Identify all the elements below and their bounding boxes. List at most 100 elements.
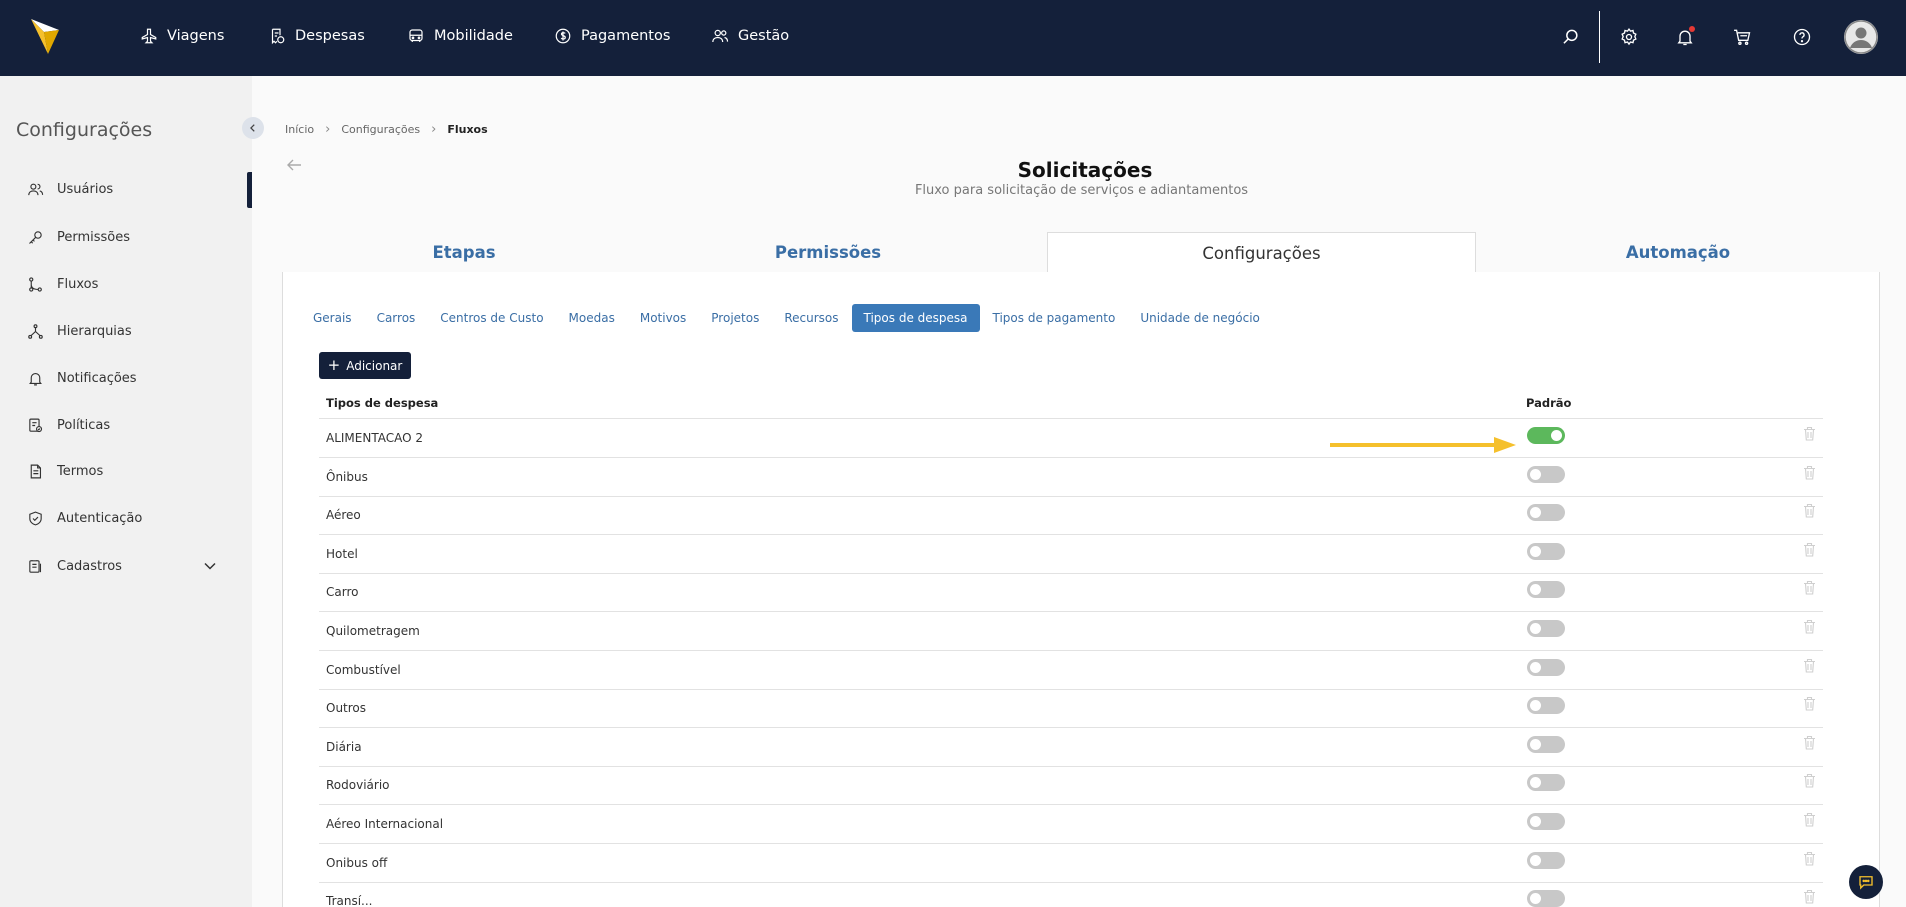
- expense-type-name: Transí...: [326, 894, 373, 907]
- nav-gestao[interactable]: Gestão: [711, 24, 789, 48]
- default-toggle[interactable]: [1527, 427, 1565, 444]
- column-header-default: Padrão: [1526, 396, 1572, 410]
- default-toggle[interactable]: [1527, 658, 1565, 676]
- chat-button[interactable]: [1849, 865, 1883, 899]
- trash-icon: [1804, 426, 1815, 441]
- nav-despesas[interactable]: Despesas: [268, 24, 365, 48]
- default-toggle[interactable]: [1527, 774, 1565, 792]
- subtab-motivos[interactable]: Motivos: [628, 304, 698, 332]
- user-avatar[interactable]: [1844, 20, 1878, 54]
- default-toggle[interactable]: [1527, 735, 1565, 753]
- subtab-projetos[interactable]: Projetos: [699, 304, 771, 332]
- delete-button[interactable]: [1803, 889, 1816, 904]
- cart-button[interactable]: [1730, 25, 1754, 49]
- sidebar-item-autenticacao[interactable]: Autenticação: [27, 506, 142, 530]
- subtab-centros-de-custo[interactable]: Centros de Custo: [428, 304, 555, 332]
- toggle-knob: [1530, 738, 1541, 750]
- notifications-button[interactable]: [1673, 25, 1697, 49]
- sidebar-item-politicas[interactable]: Políticas: [27, 413, 110, 437]
- sidebar-item-label: Políticas: [57, 417, 111, 433]
- sidebar-item-fluxos[interactable]: Fluxos: [27, 272, 98, 296]
- toggle-knob: [1530, 777, 1541, 789]
- expense-type-name: Carro: [326, 585, 359, 600]
- delete-button[interactable]: [1803, 658, 1816, 673]
- collapse-sidebar-button[interactable]: [242, 117, 264, 139]
- sidebar-item-permissoes[interactable]: Permissões: [27, 225, 130, 249]
- delete-button[interactable]: [1803, 542, 1816, 557]
- sidebar-item-cadastros[interactable]: Cadastros: [27, 554, 122, 578]
- delete-button[interactable]: [1803, 503, 1816, 518]
- nav-viagens[interactable]: Viagens: [140, 24, 224, 48]
- nav-mobilidade[interactable]: Mobilidade: [407, 24, 513, 48]
- dollar-icon: [555, 28, 571, 44]
- table-row: Carro: [319, 573, 1823, 613]
- sidebar-item-hierarquias[interactable]: Hierarquias: [27, 319, 132, 343]
- breadcrumb-item[interactable]: Início: [285, 123, 314, 136]
- tab-etapas[interactable]: Etapas: [282, 232, 646, 273]
- trash-icon: [1804, 658, 1815, 673]
- brand-logo[interactable]: [30, 18, 60, 56]
- delete-button[interactable]: [1803, 619, 1816, 634]
- delete-button[interactable]: [1803, 426, 1816, 441]
- help-button[interactable]: [1790, 25, 1814, 49]
- toggle-knob: [1530, 700, 1541, 712]
- default-toggle[interactable]: [1527, 890, 1565, 907]
- delete-button[interactable]: [1803, 851, 1816, 866]
- chevron-left-icon: [250, 124, 255, 132]
- toggle-knob: [1530, 545, 1541, 557]
- search-button[interactable]: [1559, 25, 1583, 49]
- sidebar-title: Configurações: [16, 119, 153, 141]
- expense-type-name: Hotel: [326, 546, 358, 561]
- page-title: Solicitações: [1017, 158, 1153, 182]
- subtab-unidade-de-negocio[interactable]: Unidade de negócio: [1128, 304, 1272, 332]
- plane-icon: [141, 28, 157, 44]
- delete-button[interactable]: [1803, 773, 1816, 788]
- trash-icon: [1804, 812, 1815, 827]
- help-icon: [1793, 28, 1811, 46]
- subtab-carros[interactable]: Carros: [365, 304, 428, 332]
- delete-button[interactable]: [1803, 812, 1816, 827]
- table-row: Combustível: [319, 651, 1823, 690]
- expense-type-name: Quilometragem: [326, 624, 420, 638]
- cart-icon: [1734, 29, 1751, 46]
- tab-automacao[interactable]: Automação: [1476, 232, 1880, 273]
- subtab-tipos-de-pagamento[interactable]: Tipos de pagamento: [981, 304, 1128, 332]
- table-row: Aéreo: [319, 496, 1823, 536]
- default-toggle[interactable]: [1527, 581, 1565, 599]
- delete-button[interactable]: [1803, 696, 1816, 711]
- settings-button[interactable]: [1617, 25, 1641, 49]
- subtab-moedas[interactable]: Moedas: [557, 304, 627, 332]
- default-toggle[interactable]: [1527, 697, 1565, 715]
- add-button[interactable]: + Adicionar: [319, 352, 411, 379]
- delete-button[interactable]: [1803, 580, 1816, 595]
- subtab-gerais[interactable]: Gerais: [301, 304, 364, 332]
- add-button-label: Adicionar: [346, 358, 403, 373]
- trash-icon: [1804, 735, 1815, 750]
- expense-type-name: Outros: [326, 701, 367, 716]
- policy-icon: [29, 418, 43, 432]
- default-toggle[interactable]: [1527, 620, 1565, 637]
- default-toggle[interactable]: [1527, 851, 1565, 869]
- sidebar-item-termos[interactable]: Termos: [27, 459, 103, 483]
- delete-button[interactable]: [1803, 735, 1816, 750]
- default-toggle[interactable]: [1527, 813, 1565, 830]
- subtab-tipos-de-despesa[interactable]: Tipos de despesa: [851, 304, 980, 332]
- default-toggle[interactable]: [1527, 465, 1565, 483]
- chat-icon: [1859, 876, 1873, 890]
- subtab-recursos[interactable]: Recursos: [772, 304, 850, 332]
- annotation-arrow: [1330, 437, 1516, 453]
- users-icon: [712, 29, 729, 43]
- delete-button[interactable]: [1803, 465, 1816, 480]
- default-toggle[interactable]: [1527, 542, 1565, 560]
- chevron-right-icon: ›: [325, 122, 331, 137]
- default-toggle[interactable]: [1527, 504, 1565, 522]
- nav-label: Mobilidade: [434, 28, 513, 44]
- tab-permissoes[interactable]: Permissões: [646, 232, 1010, 273]
- sidebar-item-notificacoes[interactable]: Notificações: [27, 366, 137, 390]
- tab-configuracoes[interactable]: Configurações: [1047, 232, 1476, 274]
- key-icon: [29, 230, 42, 244]
- expense-type-name: Combustível: [326, 662, 401, 677]
- chevron-down-icon[interactable]: [203, 559, 217, 573]
- breadcrumb-item[interactable]: Configurações: [341, 123, 420, 136]
- nav-pagamentos[interactable]: Pagamentos: [554, 24, 670, 48]
